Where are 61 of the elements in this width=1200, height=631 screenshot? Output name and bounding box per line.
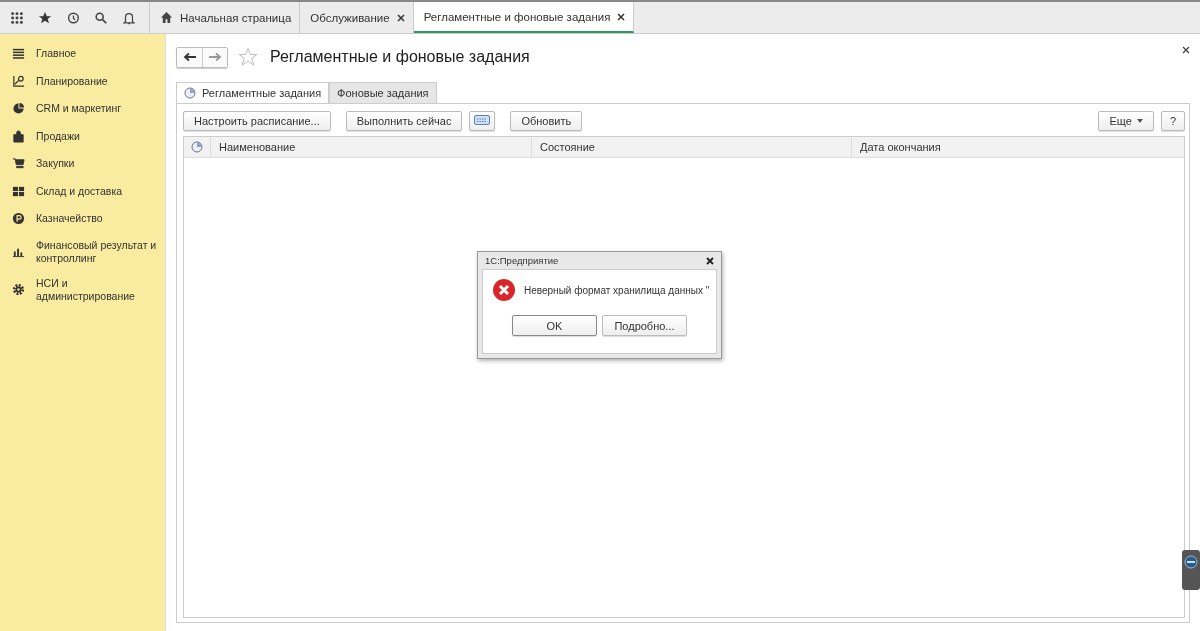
dialog-button[interactable]: Подробно... xyxy=(602,315,687,336)
star-icon[interactable] xyxy=(238,47,258,67)
sidebar-item[interactable]: Казначейство xyxy=(36,212,103,226)
keyboard-icon xyxy=(474,115,491,125)
coin-icon xyxy=(12,212,25,226)
back-button[interactable] xyxy=(177,47,202,67)
form-title: Регламентные и фоновые задания xyxy=(270,48,530,66)
toolbar-button[interactable]: Настроить расписание... xyxy=(183,111,331,131)
page-tab[interactable]: Обслуживание xyxy=(300,2,414,33)
tab-label: Регламентные и фоновые задания xyxy=(423,10,611,23)
home-icon xyxy=(160,11,173,24)
remote-widget-icon[interactable] xyxy=(1182,550,1200,590)
sidebar-item[interactable]: Планирование xyxy=(36,74,108,88)
clock-icon xyxy=(184,87,196,99)
sidebar-item[interactable]: Склад и доставка xyxy=(36,184,123,198)
close-icon[interactable] xyxy=(706,256,714,265)
list-icon xyxy=(12,47,25,61)
star-icon[interactable] xyxy=(38,10,52,25)
arrow-right-icon xyxy=(208,52,222,62)
sidebar-item[interactable]: Главное xyxy=(36,47,77,61)
tab-label: Начальная страница xyxy=(180,11,292,24)
history-icon[interactable] xyxy=(66,10,80,25)
column-header[interactable]: Дата окончания xyxy=(860,141,941,153)
refresh-button[interactable]: Обновить xyxy=(510,111,583,131)
grid-icon xyxy=(12,184,25,198)
gear-icon xyxy=(12,283,25,296)
search-icon[interactable] xyxy=(94,10,108,25)
page-tab[interactable]: Регламентные и фоновые задания xyxy=(413,2,635,33)
sidebar-item[interactable]: Финансовый результат и контроллинг xyxy=(36,238,163,265)
close-icon[interactable] xyxy=(396,13,405,22)
error-message: Неверный формат хранилища данных " xyxy=(524,284,710,296)
error-icon xyxy=(492,278,516,302)
bell-icon[interactable] xyxy=(122,10,136,25)
bag-icon xyxy=(12,129,25,143)
sidebar-item[interactable]: CRM и маркетинг xyxy=(36,102,121,116)
clock-icon xyxy=(191,141,203,153)
toolbar-button[interactable]: Выполнить сейчас xyxy=(345,111,463,131)
more-button[interactable]: Еще xyxy=(1098,111,1154,131)
tab-label: Регламентные задания xyxy=(202,87,322,99)
sidebar-item[interactable]: Продажи xyxy=(36,129,80,143)
dialog-title: 1С:Предприятие xyxy=(485,255,559,266)
pie-icon xyxy=(12,102,25,116)
close-icon[interactable] xyxy=(1182,46,1190,54)
keyboard-button[interactable] xyxy=(469,111,496,131)
dialog-button[interactable]: OK xyxy=(512,315,597,336)
form-tab[interactable]: Регламентные задания xyxy=(176,82,330,103)
sidebar-item[interactable]: НСИ и администрирование xyxy=(36,276,163,303)
cart-icon xyxy=(12,157,25,171)
close-icon[interactable] xyxy=(617,12,626,21)
page-tab[interactable]: Начальная страница xyxy=(150,2,301,33)
tab-label: Фоновые задания xyxy=(337,87,429,99)
column-header[interactable]: Наименование xyxy=(219,141,296,153)
arrow-left-icon xyxy=(182,52,197,62)
form-tab[interactable]: Фоновые задания xyxy=(329,82,437,103)
help-button[interactable]: ? xyxy=(1160,111,1185,131)
chart-icon xyxy=(12,74,25,88)
column-header[interactable]: Состояние xyxy=(540,141,595,153)
caret-icon xyxy=(1136,119,1143,123)
apps-icon[interactable] xyxy=(10,10,24,25)
sidebar-item[interactable]: Закупки xyxy=(36,157,75,171)
tab-label: Обслуживание xyxy=(310,11,390,24)
